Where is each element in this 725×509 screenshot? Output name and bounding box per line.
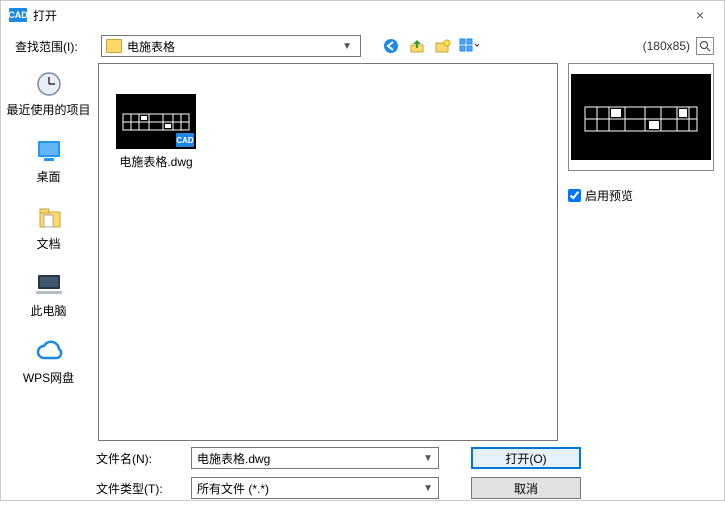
computer-icon bbox=[32, 270, 66, 300]
magnify-icon[interactable] bbox=[696, 37, 714, 55]
filetype-value: 所有文件 (*.*) bbox=[197, 480, 269, 497]
views-icon[interactable] bbox=[459, 36, 479, 56]
sidebar-item-recent[interactable]: 最近使用的项目 bbox=[1, 67, 96, 120]
desktop-icon bbox=[32, 136, 66, 166]
enable-preview-label: 启用预览 bbox=[585, 187, 633, 204]
preview-dimensions: (180x85) bbox=[643, 39, 690, 53]
sidebar-item-label: 桌面 bbox=[36, 168, 60, 185]
documents-icon bbox=[32, 203, 66, 233]
file-thumbnail: CAD bbox=[116, 94, 196, 149]
sidebar-item-thispc[interactable]: 此电脑 bbox=[1, 268, 96, 321]
chevron-down-icon: ▼ bbox=[338, 41, 356, 52]
filename-input[interactable]: 电施表格.dwg ▼ bbox=[191, 447, 439, 469]
sidebar-item-label: 此电脑 bbox=[30, 302, 66, 319]
lookup-label: 查找范围(I): bbox=[15, 38, 95, 55]
cloud-icon bbox=[32, 337, 66, 367]
sidebar: 最近使用的项目 桌面 文档 此电脑 WPS网盘 bbox=[1, 61, 96, 441]
up-icon[interactable] bbox=[407, 36, 427, 56]
toolbar-icons bbox=[381, 36, 479, 56]
cancel-button[interactable]: 取消 bbox=[471, 477, 581, 499]
enable-preview-checkbox[interactable]: 启用预览 bbox=[568, 187, 714, 204]
preview-panel: 启用预览 bbox=[558, 61, 724, 441]
preview-image bbox=[571, 74, 711, 160]
close-button[interactable]: × bbox=[684, 7, 716, 23]
preview-box bbox=[568, 63, 714, 171]
lookup-value: 电施表格 bbox=[127, 38, 338, 55]
filetype-select[interactable]: 所有文件 (*.*) ▼ bbox=[191, 477, 439, 499]
filetype-label: 文件类型(T): bbox=[96, 480, 181, 497]
chevron-down-icon: ▼ bbox=[423, 483, 433, 494]
sidebar-item-documents[interactable]: 文档 bbox=[1, 201, 96, 254]
cad-badge-icon: CAD bbox=[176, 133, 194, 147]
filename-value: 电施表格.dwg bbox=[197, 450, 270, 467]
chevron-down-icon: ▼ bbox=[423, 453, 433, 464]
bottom-panel: 文件名(N): 电施表格.dwg ▼ 打开(O) 文件类型(T): 所有文件 (… bbox=[1, 441, 724, 509]
file-label: 电施表格.dwg bbox=[119, 153, 192, 170]
open-button[interactable]: 打开(O) bbox=[471, 447, 581, 469]
new-folder-icon[interactable] bbox=[433, 36, 453, 56]
window-title: 打开 bbox=[33, 7, 684, 24]
lookup-combo[interactable]: 电施表格 ▼ bbox=[101, 35, 361, 57]
lookup-row: 查找范围(I): 电施表格 ▼ (180x85) bbox=[1, 29, 724, 61]
back-icon[interactable] bbox=[381, 36, 401, 56]
sidebar-item-desktop[interactable]: 桌面 bbox=[1, 134, 96, 187]
sidebar-item-label: 最近使用的项目 bbox=[6, 101, 90, 118]
title-bar: CAD 打开 × bbox=[1, 1, 724, 29]
enable-preview-input[interactable] bbox=[568, 189, 581, 202]
app-icon: CAD bbox=[9, 8, 27, 22]
sidebar-item-label: WPS网盘 bbox=[23, 369, 74, 386]
file-list[interactable]: CAD 电施表格.dwg bbox=[98, 63, 558, 441]
sidebar-item-wps[interactable]: WPS网盘 bbox=[1, 335, 96, 388]
sidebar-item-label: 文档 bbox=[36, 235, 60, 252]
clock-icon bbox=[32, 69, 66, 99]
filename-label: 文件名(N): bbox=[96, 450, 181, 467]
file-item[interactable]: CAD 电施表格.dwg bbox=[111, 94, 201, 170]
folder-icon bbox=[106, 39, 122, 53]
